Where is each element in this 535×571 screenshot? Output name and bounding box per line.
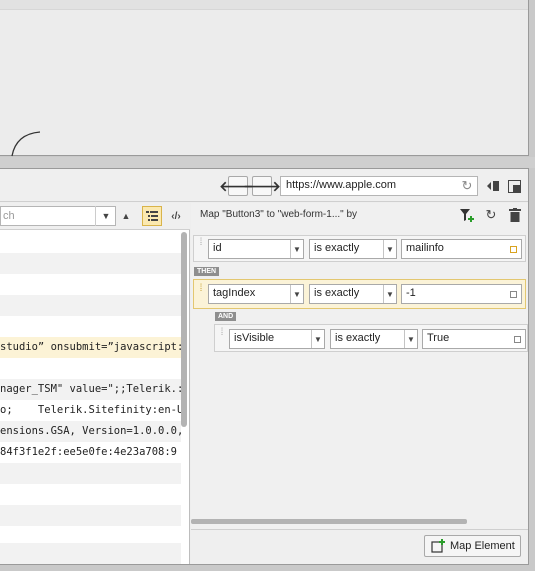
chevron-down-icon: ▼ [290, 285, 303, 303]
value-text: True [427, 332, 450, 344]
dom-line[interactable] [0, 316, 181, 337]
then-label: THEN [194, 267, 220, 276]
operator-select[interactable]: is exactly ▼ [309, 239, 397, 259]
dom-line[interactable]: 84f3f1e2f:ee5e0fe:4e23a708:9 [0, 442, 181, 463]
source-view-icon[interactable]: ‹/› [166, 206, 186, 226]
dom-line[interactable]: nager_TSM" value=";;Telerik.: [0, 379, 181, 400]
value-text: mailinfo [406, 242, 444, 254]
dom-line[interactable] [0, 253, 181, 274]
splitter[interactable] [0, 157, 535, 168]
value-input-id[interactable]: mailinfo [401, 239, 522, 259]
url-text: https://www.apple.com [286, 179, 397, 191]
forward-button[interactable]: 🡒 [243, 176, 281, 196]
mapping-title: Map "Button3" to "web-form-1..." by [200, 209, 358, 220]
edit-marker-icon [510, 291, 517, 298]
chevron-down-icon[interactable]: ▼ [95, 206, 116, 226]
split-view-icon[interactable] [484, 178, 502, 194]
trash-icon[interactable] [507, 207, 523, 223]
attribute-select-isvisible[interactable]: isVisible ▼ [229, 329, 325, 349]
operator-value: is exactly [335, 332, 381, 344]
edit-marker-icon [510, 246, 517, 253]
dom-line[interactable] [0, 484, 181, 505]
dom-line[interactable]: o; Telerik.Sitefinity:en-U [0, 400, 181, 421]
drag-handle-icon[interactable]: ⁞ [197, 284, 205, 304]
chevron-down-icon: ▼ [383, 285, 396, 303]
mapping-horizontal-scrollbar[interactable] [191, 519, 467, 524]
dom-vertical-scrollbar[interactable] [181, 232, 187, 427]
refresh-mapping-icon[interactable]: ↻ [483, 207, 499, 223]
dom-line[interactable] [0, 543, 181, 564]
dom-line[interactable]: ensions.GSA, Version=1.0.0.0, [0, 421, 181, 442]
refresh-icon[interactable]: ↻ [460, 178, 474, 194]
arrow-right-icon: 🡒 [243, 177, 281, 194]
dom-line[interactable] [0, 358, 181, 379]
search-placeholder: ch [3, 210, 15, 222]
top-canvas-area [0, 0, 529, 156]
value-text: -1 [406, 287, 416, 299]
connector-arc [11, 131, 41, 157]
map-element-icon [431, 539, 445, 553]
dom-line[interactable] [0, 463, 181, 484]
dom-line-selected[interactable]: studio” onsubmit=”javascript: [0, 337, 181, 358]
chevron-up-icon[interactable]: ▲ [118, 206, 134, 226]
and-label: AND [215, 312, 237, 321]
map-element-label: Map Element [450, 540, 515, 552]
operator-value: is exactly [314, 287, 360, 299]
tree-view-icon[interactable] [142, 206, 162, 226]
edit-marker-icon [514, 336, 521, 343]
drag-handle-icon[interactable]: ⁞ [197, 238, 205, 258]
attribute-value: tagIndex [213, 287, 256, 299]
dom-line[interactable] [0, 232, 181, 253]
url-input[interactable]: https://www.apple.com [280, 176, 478, 196]
add-filter-icon[interactable] [459, 207, 475, 223]
operator-value: is exactly [314, 242, 360, 254]
attribute-value: id [213, 242, 222, 254]
chevron-down-icon: ▼ [290, 240, 303, 258]
operator-select[interactable]: is exactly ▼ [330, 329, 418, 349]
value-input-tagindex[interactable]: -1 [401, 284, 522, 304]
chevron-down-icon: ▼ [404, 330, 417, 348]
popout-icon[interactable] [506, 178, 522, 194]
attribute-select-tagindex[interactable]: tagIndex ▼ [208, 284, 304, 304]
attribute-value: isVisible [234, 332, 275, 344]
dom-line[interactable] [0, 295, 181, 316]
operator-select[interactable]: is exactly ▼ [309, 284, 397, 304]
value-input-isvisible[interactable]: True [422, 329, 526, 349]
chevron-down-icon: ▼ [383, 240, 396, 258]
drag-handle-icon[interactable]: ⁞ [218, 328, 226, 348]
dom-line[interactable] [0, 505, 181, 526]
map-element-button[interactable]: Map Element [424, 535, 521, 557]
dom-line[interactable] [0, 274, 181, 295]
attribute-select-id[interactable]: id ▼ [208, 239, 304, 259]
chevron-down-icon: ▼ [311, 330, 324, 348]
top-strip [0, 0, 528, 10]
